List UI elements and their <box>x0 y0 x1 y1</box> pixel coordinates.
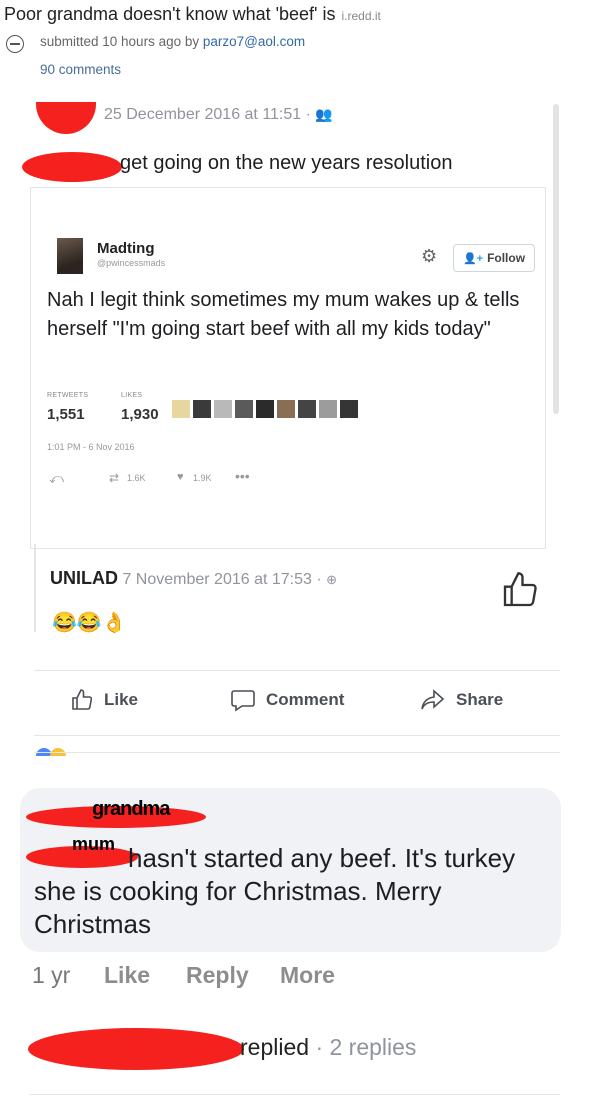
liker-avatar[interactable] <box>319 400 337 418</box>
thumbs-up-icon[interactable] <box>500 570 540 615</box>
tweet-like-count: 1.9K <box>193 473 212 483</box>
reply-arrow-icon[interactable]: ⤺ <box>49 470 64 487</box>
post-action-bar: Like Comment Share <box>34 670 560 736</box>
reply-text: hasn't started any beef. It's turkey she… <box>34 843 516 939</box>
comment-button[interactable]: Comment <box>230 688 344 712</box>
heart-icon[interactable]: ♥ <box>177 471 184 483</box>
meta-prefix: submitted 10 hours ago by <box>40 34 200 49</box>
redaction-avatar <box>36 102 96 134</box>
share-line <box>34 544 46 632</box>
post-title-text[interactable]: Poor grandma doesn't know what 'beef' is <box>4 4 336 24</box>
liker-avatar[interactable] <box>298 400 316 418</box>
share-button[interactable]: Share <box>420 688 503 712</box>
share-page-name[interactable]: UNILAD <box>50 568 118 588</box>
collapse-icon[interactable] <box>6 35 24 53</box>
gear-icon[interactable]: ⚙ <box>421 246 437 267</box>
like-icon <box>72 689 93 710</box>
share-icon <box>421 689 445 710</box>
post-domain[interactable]: i.redd.it <box>342 9 381 23</box>
reply-more-button[interactable]: More <box>280 962 335 989</box>
liker-avatar[interactable] <box>235 400 253 418</box>
replied-line[interactable]: replied · 2 replies <box>240 1034 416 1061</box>
replies-count[interactable]: · 2 replies <box>315 1034 416 1060</box>
liker-avatar[interactable] <box>193 400 211 418</box>
like-button[interactable]: Like <box>70 688 138 712</box>
post-title[interactable]: Poor grandma doesn't know what 'beef' is… <box>4 4 381 25</box>
tweet-retweet-count: 1.6K <box>127 473 146 483</box>
liker-avatar[interactable] <box>214 400 232 418</box>
likes-label: LIKES <box>121 392 143 399</box>
follow-person-icon: 👤+ <box>462 252 484 265</box>
reply-tag-top: grandma <box>92 798 170 820</box>
retweet-icon[interactable]: ⇄ <box>109 471 119 485</box>
retweets-count[interactable]: 1,551 <box>47 406 85 423</box>
reply-like-button[interactable]: Like <box>104 962 150 989</box>
comments-link[interactable]: 90 comments <box>40 62 121 77</box>
tweet-embed[interactable]: Madting @pwincessmads ⚙ 👤+ Follow Nah I l… <box>30 187 546 549</box>
retweets-label: RETWEETS <box>47 392 89 399</box>
bottom-divider <box>30 1094 560 1095</box>
share-emojis: 😂😂👌 <box>52 612 127 634</box>
likes-count[interactable]: 1,930 <box>121 406 159 423</box>
tweet-avatar[interactable] <box>57 238 83 274</box>
fb-post-text: get going on the new years resolution <box>120 152 453 174</box>
replied-label: replied <box>240 1034 310 1060</box>
share-header: UNILAD 7 November 2016 at 17:53 · ⊕ <box>50 568 337 589</box>
liker-avatar[interactable] <box>172 400 190 418</box>
globe-icon: ⊕ <box>326 572 338 587</box>
more-dots-icon[interactable]: ••• <box>235 468 250 484</box>
post-meta: submitted 10 hours ago by parzo7@aol.com <box>40 34 305 49</box>
tweet-name[interactable]: Madting <box>97 240 155 257</box>
follow-button[interactable]: 👤+ Follow <box>453 244 535 272</box>
tweet-text: Nah I legit think sometimes my mum wakes… <box>47 289 520 340</box>
post-header: Poor grandma doesn't know what 'beef' is… <box>0 0 615 80</box>
redaction-replier <box>28 1028 244 1070</box>
divider <box>34 752 560 753</box>
post-author[interactable]: parzo7@aol.com <box>203 34 305 49</box>
fb-post-date: 25 December 2016 at 11:51 · 👥 <box>104 106 333 123</box>
screenshot-image: 25 December 2016 at 11:51 · 👥 get going … <box>0 82 615 1106</box>
scrollbar[interactable] <box>553 104 559 414</box>
liker-avatar[interactable] <box>340 400 358 418</box>
comment-icon <box>231 690 255 712</box>
friends-icon: 👥 <box>315 106 333 122</box>
liker-avatars <box>172 400 358 418</box>
share-date[interactable]: 7 November 2016 at 17:53 · <box>122 571 321 588</box>
reply-reply-button[interactable]: Reply <box>186 962 249 989</box>
redaction-name <box>22 152 122 182</box>
tweet-handle[interactable]: @pwincessmads <box>97 258 165 268</box>
liker-avatar[interactable] <box>277 400 295 418</box>
tweet-timestamp[interactable]: 1:01 PM - 6 Nov 2016 <box>47 442 135 452</box>
liker-avatar[interactable] <box>256 400 274 418</box>
reply-age: 1 yr <box>32 962 71 988</box>
reply-comment: grandma mum hasn't started any beef. It'… <box>20 788 561 952</box>
